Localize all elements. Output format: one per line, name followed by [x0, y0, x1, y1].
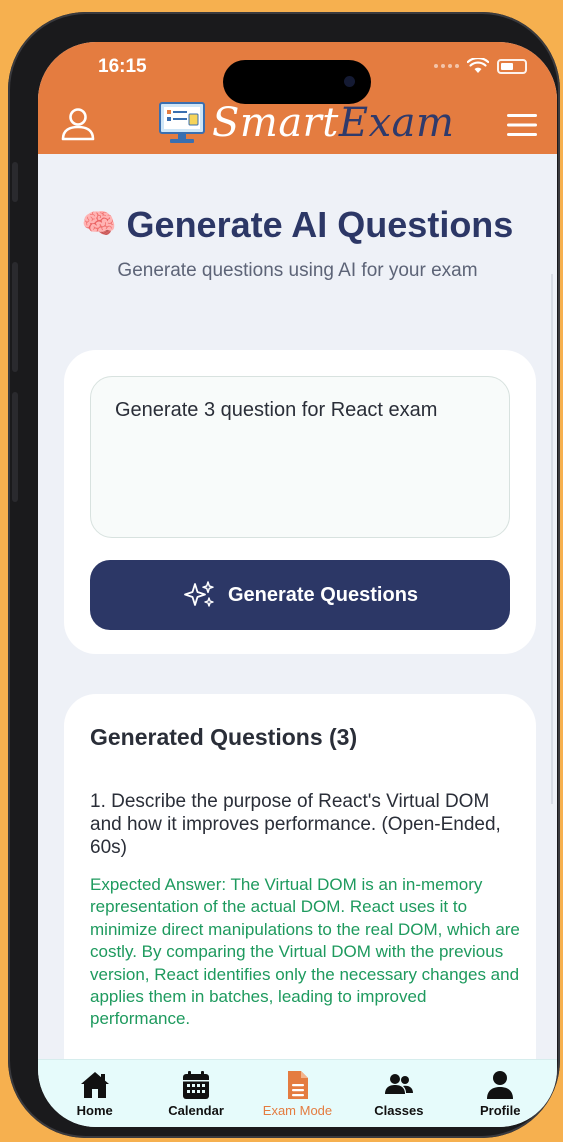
generated-questions-card: Generated Questions (3) 1. Describe the …: [64, 694, 536, 1059]
generate-questions-button[interactable]: Generate Questions: [90, 560, 510, 630]
page-title: 🧠 Generate AI Questions: [81, 204, 514, 245]
person-icon: [487, 1071, 514, 1099]
bottom-tab-bar: Home Calendar Exam Mode Classes Profile: [38, 1059, 557, 1127]
app-header: 16:15 SmartExam: [38, 42, 557, 154]
expected-answer: Expected Answer: The Virtual DOM is an i…: [90, 875, 520, 1029]
brain-icon: 🧠: [81, 208, 117, 239]
prompt-card: Generate 3 question for React exam Gener…: [64, 350, 536, 654]
app-logo: SmartExam: [158, 100, 454, 146]
prompt-input[interactable]: Generate 3 question for React exam: [90, 376, 510, 538]
generate-button-label: Generate Questions: [227, 583, 419, 606]
scrollbar[interactable]: [551, 274, 553, 804]
tab-home[interactable]: Home: [45, 1060, 145, 1118]
main-content: 🧠 Generate AI Questions Generate questio…: [38, 154, 557, 1059]
document-icon: [288, 1071, 309, 1099]
screen: 16:15 SmartExam 🧠 Generate AI Questions …: [38, 42, 557, 1127]
tab-exam-mode[interactable]: Exam Mode: [247, 1060, 347, 1118]
calendar-icon: [183, 1071, 210, 1099]
signal-icon: [434, 64, 459, 68]
app-title: SmartExam: [212, 100, 455, 146]
phone-frame: 16:15 SmartExam 🧠 Generate AI Questions …: [8, 12, 560, 1138]
hamburger-menu-icon[interactable]: [507, 114, 537, 136]
page-subtitle: Generate questions using AI for your exa…: [117, 260, 478, 281]
tab-classes[interactable]: Classes: [349, 1060, 449, 1118]
home-icon: [80, 1072, 109, 1098]
volume-down-button: [12, 392, 18, 502]
profile-icon[interactable]: [60, 106, 96, 142]
sparkles-icon: [184, 581, 214, 607]
tab-profile[interactable]: Profile: [450, 1060, 550, 1118]
question-text: 1. Describe the purpose of React's Virtu…: [90, 791, 501, 858]
exam-board-icon: [159, 102, 205, 143]
volume-up-button: [12, 262, 18, 372]
mute-switch: [12, 162, 18, 202]
status-time: 16:15: [98, 56, 147, 77]
status-icons: [434, 58, 527, 74]
tab-calendar[interactable]: Calendar: [146, 1060, 246, 1118]
camera-icon: [344, 76, 355, 87]
users-icon: [384, 1074, 413, 1094]
wifi-icon: [467, 58, 489, 73]
questions-header: Generated Questions (3): [90, 724, 358, 750]
dynamic-island: [223, 60, 371, 104]
battery-icon: [497, 58, 527, 74]
